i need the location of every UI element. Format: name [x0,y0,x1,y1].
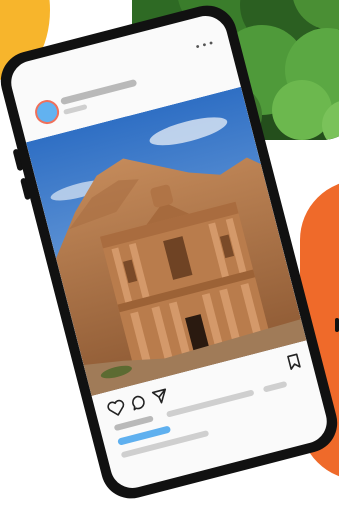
caption-placeholder-line-1 [165,389,255,418]
more-dots-icon[interactable]: ••• [194,38,217,54]
username-placeholder [60,78,138,106]
avatar[interactable] [32,97,62,127]
comment-icon[interactable] [129,393,148,412]
accent-tick [335,318,339,332]
bookmark-icon[interactable] [286,352,303,372]
location-placeholder [63,103,88,115]
likes-placeholder [113,415,154,432]
caption-placeholder-line-1b [262,380,288,393]
scene: ••• [0,0,339,508]
send-icon[interactable] [150,386,171,407]
heart-icon[interactable] [106,398,127,418]
